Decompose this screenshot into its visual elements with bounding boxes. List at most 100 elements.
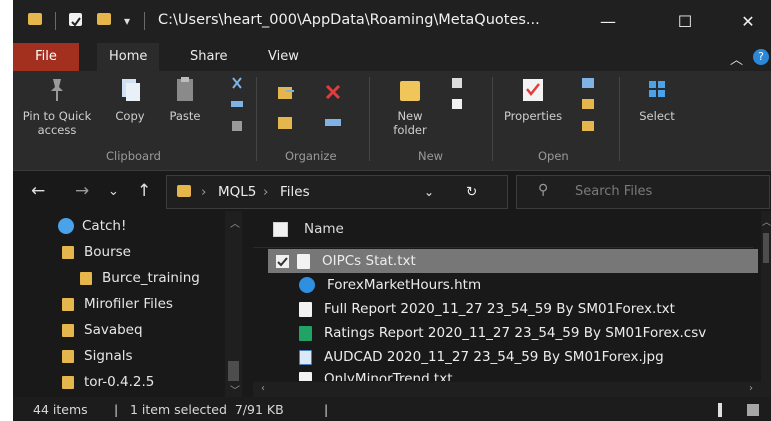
status-bar: 44 items | 1 item selected 7/91 KB | xyxy=(13,397,771,421)
nav-item-signals[interactable]: Signals xyxy=(62,348,133,364)
maximize-button[interactable]: ☐ xyxy=(662,0,708,43)
scrollbar-thumb[interactable] xyxy=(763,233,769,263)
file-list-scrollbar[interactable]: ︿ xyxy=(761,211,771,397)
folder-icon xyxy=(62,323,74,337)
selection-info: 1 item selected 7/91 KB xyxy=(130,402,284,417)
ribbon: Pin to Quick access Copy Paste Clipboard… xyxy=(13,71,771,171)
cut-icon[interactable] xyxy=(230,77,244,89)
new-folder-icon xyxy=(400,81,420,101)
nav-item-savabeq[interactable]: Savabeq xyxy=(62,322,143,338)
select-button[interactable]: Select xyxy=(629,75,685,123)
nav-pane-scrollbar[interactable]: ︿ ﹀ xyxy=(225,211,242,397)
details-view-icon[interactable] xyxy=(718,403,722,417)
search-box[interactable]: ⚲ Search Files xyxy=(516,175,770,209)
group-divider xyxy=(369,77,370,161)
text-file-icon xyxy=(299,301,312,317)
tab-view[interactable]: View xyxy=(256,43,311,71)
large-icons-view-icon[interactable] xyxy=(747,404,759,416)
nav-item-burce-training[interactable]: Burce_training xyxy=(80,270,200,286)
folder-icon xyxy=(62,375,74,389)
easy-access-icon[interactable] xyxy=(450,98,464,110)
folder-icon xyxy=(62,297,74,311)
scrollbar-thumb[interactable] xyxy=(228,361,239,381)
back-arrow-icon[interactable]: ← xyxy=(31,181,45,201)
column-name-header[interactable]: Name xyxy=(304,221,344,237)
search-icon: ⚲ xyxy=(538,182,549,198)
file-name: Full Report 2020_11_27 23_54_59 By SM01F… xyxy=(324,301,675,317)
navigation-pane: Catch! Bourse Burce_training Mirofiler F… xyxy=(13,211,251,397)
item-count: 44 items xyxy=(33,402,88,417)
address-bar[interactable]: › MQL5 › Files ⌄ ↻ xyxy=(166,175,508,209)
status-separator: | xyxy=(114,402,119,417)
file-row[interactable]: Ratings Report 2020_11_27 23_54_59 By SM… xyxy=(291,321,706,345)
file-row[interactable]: AUDCAD 2020_11_27 23_54_59 By SM01Forex.… xyxy=(291,345,664,369)
nav-item-label: tor-0.4.2.5 xyxy=(84,374,155,390)
text-file-icon xyxy=(299,372,312,381)
copy-path-icon[interactable] xyxy=(230,98,244,110)
tab-share[interactable]: Share xyxy=(178,43,240,71)
copy-button[interactable]: Copy xyxy=(110,75,150,123)
scroll-up-icon[interactable]: ︿ xyxy=(230,215,240,230)
properties-button[interactable]: Properties xyxy=(498,75,568,123)
close-button[interactable]: ✕ xyxy=(725,0,771,43)
nav-item-label: Burce_training xyxy=(102,270,200,286)
pin-to-quick-access-button[interactable]: Pin to Quick access xyxy=(19,75,95,137)
file-name: ForexMarketHours.htm xyxy=(327,277,482,293)
chevron-down-icon[interactable]: ▾ xyxy=(124,14,130,28)
row-checkbox[interactable] xyxy=(276,254,289,268)
nav-item-label: Signals xyxy=(84,348,133,364)
help-icon[interactable]: ? xyxy=(753,49,769,65)
tab-home[interactable]: Home xyxy=(97,43,160,71)
group-label-open: Open xyxy=(538,149,569,163)
horizontal-scrollbar[interactable]: ‹ › xyxy=(253,382,761,397)
nav-item-bourse[interactable]: Bourse xyxy=(62,244,131,260)
nav-item-mirofiler-files[interactable]: Mirofiler Files xyxy=(62,296,173,312)
delete-icon[interactable] xyxy=(323,83,343,101)
address-dropdown-icon[interactable]: ⌄ xyxy=(424,185,434,199)
scroll-right-icon[interactable]: › xyxy=(749,383,753,394)
recent-locations-chevron-icon[interactable]: ⌄ xyxy=(108,184,119,199)
onedrive-icon xyxy=(58,218,74,234)
paste-shortcut-icon[interactable] xyxy=(230,120,244,132)
scroll-left-icon[interactable]: ‹ xyxy=(261,383,265,394)
nav-item-catch[interactable]: Catch! xyxy=(58,218,126,234)
file-row[interactable]: Full Report 2020_11_27 23_54_59 By SM01F… xyxy=(291,297,675,321)
group-divider xyxy=(619,77,620,161)
paste-icon xyxy=(177,77,193,101)
nav-item-tor[interactable]: tor-0.4.2.5 xyxy=(62,374,154,390)
excel-file-icon xyxy=(299,325,312,341)
move-to-icon[interactable] xyxy=(276,83,296,101)
properties-quick-icon[interactable] xyxy=(69,13,82,27)
crumb-files[interactable]: Files xyxy=(280,184,310,200)
up-arrow-icon[interactable]: ↑ xyxy=(137,181,151,201)
edit-icon[interactable] xyxy=(581,98,595,110)
rename-icon[interactable] xyxy=(323,113,343,131)
file-row-selected[interactable]: OIPCs Stat.txt xyxy=(268,249,758,273)
copy-icon xyxy=(122,79,140,101)
refresh-icon[interactable]: ↻ xyxy=(466,184,477,200)
new-folder-button[interactable]: New folder xyxy=(387,75,433,137)
open-icon[interactable] xyxy=(581,77,595,89)
copy-label: Copy xyxy=(115,109,145,123)
copy-to-icon[interactable] xyxy=(276,113,296,131)
explorer-folder-icon xyxy=(28,13,42,25)
paste-button[interactable]: Paste xyxy=(163,75,207,123)
scroll-down-icon[interactable]: ﹀ xyxy=(230,382,240,397)
file-list: Name OIPCs Stat.txt ForexMarketHours.htm… xyxy=(253,211,771,397)
tab-file[interactable]: File xyxy=(13,43,79,71)
group-label-new: New xyxy=(418,149,444,163)
collapse-ribbon-icon[interactable]: ︿ xyxy=(730,49,743,68)
file-row[interactable]: ForexMarketHours.htm xyxy=(291,273,481,297)
explorer-window: ▾ C:\Users\heart_000\AppData\Roaming\Met… xyxy=(13,0,771,421)
new-folder-quick-icon[interactable] xyxy=(97,13,111,25)
text-file-icon xyxy=(297,253,310,269)
history-icon[interactable] xyxy=(581,120,595,132)
crumb-mql5[interactable]: MQL5 xyxy=(218,184,256,200)
file-row-partial[interactable]: OnlyMinorTrend.txt xyxy=(291,369,453,381)
minimize-button[interactable]: — xyxy=(585,0,631,43)
select-all-checkbox[interactable] xyxy=(273,222,288,237)
forward-arrow-icon[interactable]: → xyxy=(75,181,89,201)
new-item-icon[interactable] xyxy=(450,77,464,89)
divider xyxy=(55,12,56,30)
scroll-up-icon[interactable]: ︿ xyxy=(762,215,771,228)
